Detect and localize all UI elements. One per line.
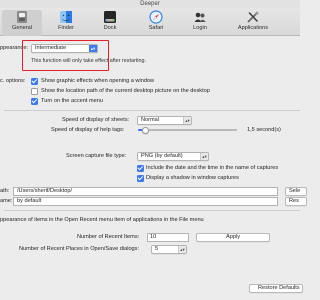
- desktop-path-checkbox[interactable]: [31, 87, 38, 95]
- include-date-label: Include the date and the time in the nam…: [146, 165, 279, 171]
- graphic-effects-label: Show graphic effects when opening a wind…: [41, 78, 155, 84]
- capture-type-value: PNG (by default): [141, 153, 183, 159]
- capture-type-select[interactable]: PNG (by default) ▴▾: [137, 152, 209, 161]
- tab-general-label: General: [12, 25, 32, 31]
- reset-name-button[interactable]: Res: [285, 197, 307, 206]
- select-arrows-icon: ▴▾: [183, 117, 191, 124]
- applications-icon: [247, 11, 259, 23]
- tab-finder[interactable]: Finder: [46, 10, 86, 36]
- accent-menu-checkbox[interactable]: [31, 97, 38, 105]
- window-title: Deeper: [0, 0, 300, 8]
- general-pane: ppearance: Intermediate ▴▾ This function…: [0, 37, 307, 300]
- recent-items-label: Number of Recent Items:: [77, 234, 140, 240]
- desktop-path-label: Show the location path of the current de…: [41, 88, 210, 94]
- accent-menu-label: Turn on the accent menu: [41, 98, 103, 104]
- capture-type-label: Screen capture file type:: [66, 153, 127, 159]
- safari-icon: [149, 10, 163, 24]
- help-tags-slider-knob[interactable]: [142, 126, 150, 134]
- tab-safari[interactable]: Safari: [136, 10, 176, 36]
- help-tags-slider[interactable]: [138, 126, 237, 134]
- tab-finder-label: Finder: [58, 25, 74, 31]
- window-shadow-checkbox[interactable]: [137, 174, 144, 182]
- highlight-box: [22, 40, 109, 71]
- recent-places-select[interactable]: 5 ▴▾: [151, 245, 187, 254]
- separator: [4, 110, 300, 111]
- recent-places-value: 5: [155, 246, 159, 252]
- graphic-effects-checkbox[interactable]: [31, 77, 38, 85]
- toolbar: General Finder Dock Safari Login Applica…: [0, 8, 300, 36]
- recent-items-heading: ppearance of items in the Open Recent me…: [0, 217, 204, 223]
- path-label: ath:: [0, 188, 10, 194]
- sheets-speed-label: Speed of display of sheets:: [62, 117, 130, 123]
- restore-defaults-button[interactable]: Restore Defaults: [249, 284, 303, 293]
- dock-icon: [104, 11, 116, 23]
- select-arrows-icon: ▴▾: [178, 246, 186, 253]
- help-tags-value: 1,5 second(s): [247, 127, 281, 133]
- select-path-button[interactable]: Sele: [285, 187, 307, 196]
- name-label: ame:: [0, 198, 13, 204]
- name-field[interactable]: by default: [13, 197, 278, 206]
- tab-login[interactable]: Login: [180, 10, 220, 36]
- tab-applications-label: Applications: [237, 25, 269, 31]
- select-arrows-icon: ▴▾: [200, 153, 208, 160]
- help-tags-speed-label: Speed of display of help tags:: [51, 127, 125, 133]
- apply-button[interactable]: Apply: [196, 233, 270, 242]
- tab-general[interactable]: General: [2, 10, 42, 36]
- tab-dock-label: Dock: [103, 25, 117, 31]
- login-icon: [194, 12, 206, 22]
- finder-icon: [60, 11, 72, 23]
- switch-icon: [17, 11, 27, 23]
- window-shadow-label: Display a shadow in window captures: [146, 175, 239, 181]
- sheets-speed-select[interactable]: Normal ▴▾: [137, 116, 192, 125]
- tab-login-label: Login: [193, 25, 207, 31]
- tab-safari-label: Safari: [148, 25, 164, 31]
- recent-items-field[interactable]: 10: [147, 233, 189, 242]
- sheets-speed-value: Normal: [141, 117, 160, 123]
- separator: [4, 210, 300, 211]
- recent-places-label: Number of Recent Places in Open/Save dia…: [19, 246, 140, 252]
- tab-dock[interactable]: Dock: [90, 10, 130, 36]
- options-label: c. options:: [0, 78, 26, 84]
- path-field[interactable]: /Users/sherif/Desktop/: [13, 187, 278, 196]
- include-date-checkbox[interactable]: [137, 164, 144, 172]
- tab-applications[interactable]: Applications: [228, 10, 278, 36]
